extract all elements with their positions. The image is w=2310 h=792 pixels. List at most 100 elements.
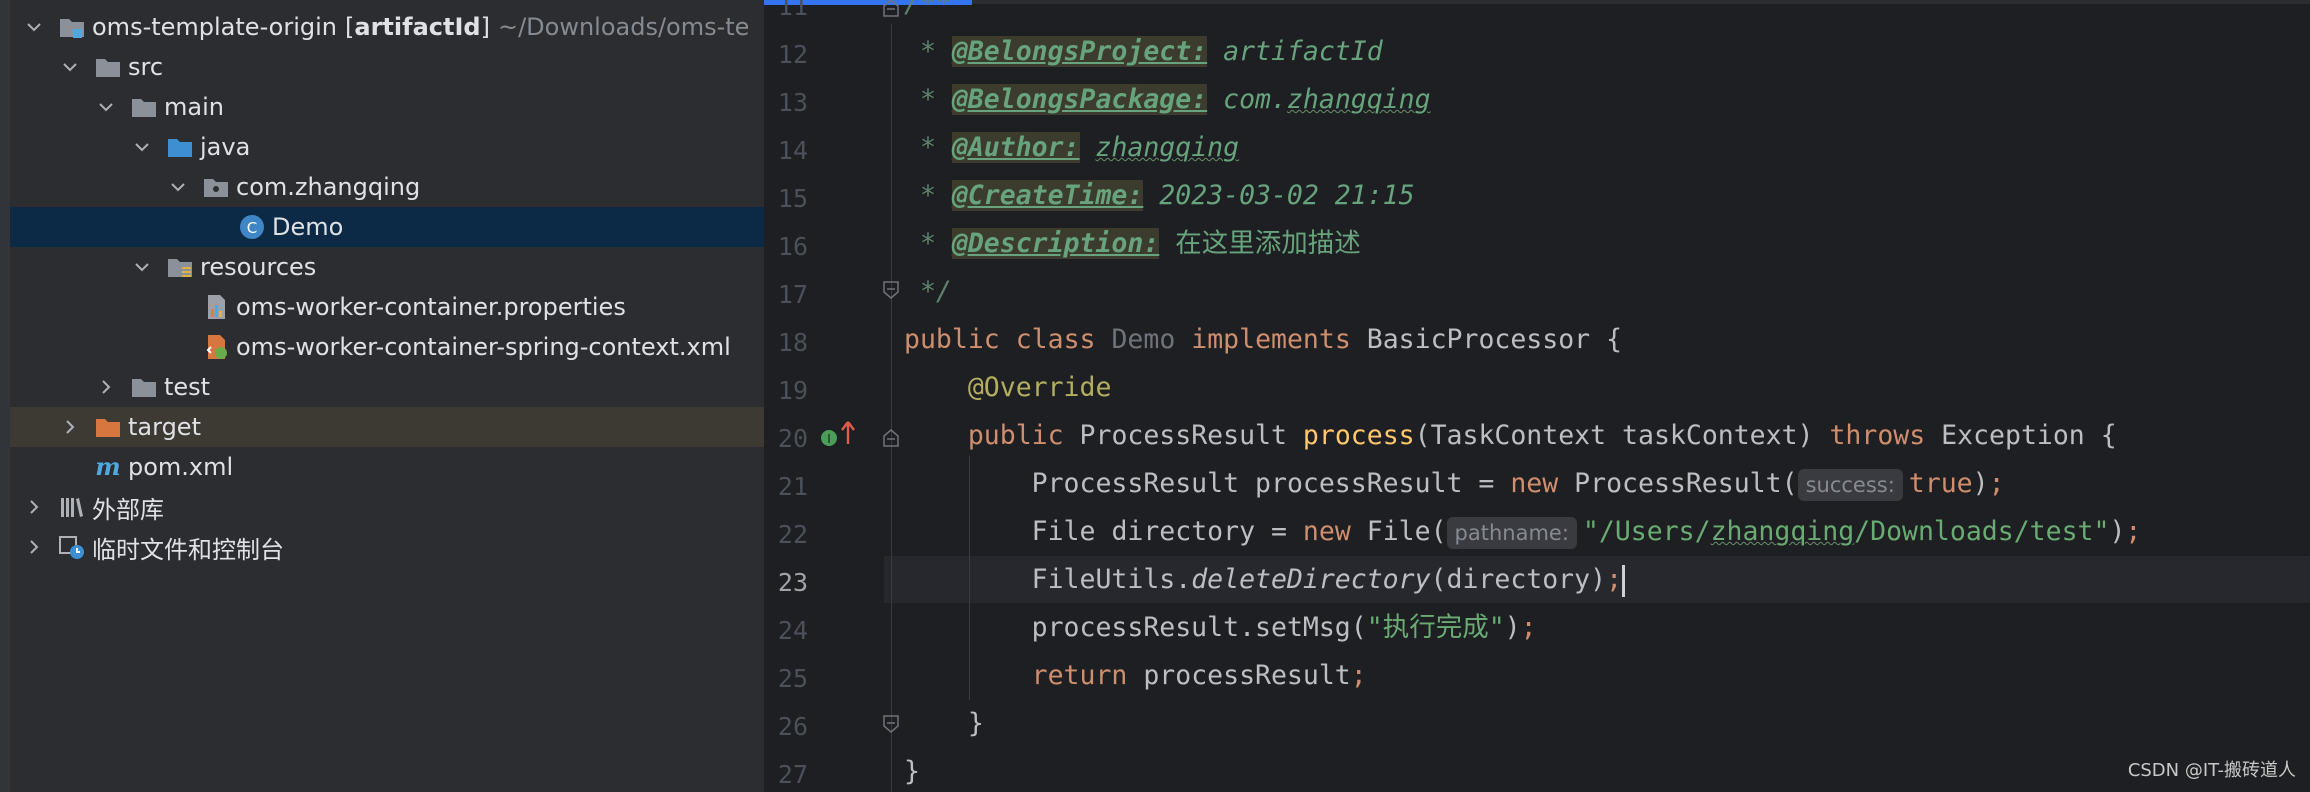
tree-item-label: oms-worker-container-spring-context.xml — [236, 333, 731, 361]
line-number: 21 — [777, 472, 808, 501]
chevron-down-icon[interactable] — [22, 15, 46, 39]
tree-item-external-libraries[interactable]: 外部库 — [10, 487, 764, 527]
line-number: 14 — [777, 136, 808, 165]
keyword: throws — [1829, 420, 1926, 451]
code-line-24[interactable]: processResult.setMsg("执行完成"); — [904, 608, 1537, 648]
code-line-14[interactable]: * @Author: zhangqing — [904, 128, 1239, 168]
tree-item-properties-file[interactable]: oms-worker-container.properties — [10, 287, 764, 327]
string-literal: "执行完成" — [1366, 612, 1505, 643]
line-number: 17 — [777, 280, 808, 309]
line-number-current: 23 — [777, 568, 808, 597]
fold-marker-icon[interactable] — [882, 714, 900, 734]
text-caret — [1622, 564, 1626, 597]
code-line-17[interactable]: */ — [904, 272, 952, 312]
type-name: ProcessResult — [1574, 468, 1782, 499]
tree-item-demo[interactable]: C Demo — [10, 207, 764, 247]
chevron-down-icon[interactable] — [58, 55, 82, 79]
folder-icon — [130, 373, 158, 401]
chevron-right-icon[interactable] — [22, 535, 46, 559]
code-line-22[interactable]: File directory = new File(pathname: "/Use… — [904, 512, 2141, 552]
type-name: ProcessResult — [1079, 420, 1287, 451]
code-line-16[interactable]: * @Description: 在这里添加描述 — [904, 224, 1361, 264]
string-literal-typo: zhangqing — [1710, 516, 1855, 547]
class-name: FileUtils — [1031, 564, 1176, 595]
code-line-18[interactable]: public class Demo implements BasicProces… — [904, 320, 1622, 360]
doc-tag: @BelongsProject: — [951, 36, 1208, 67]
variable-name: processResult — [1255, 468, 1463, 499]
keyword: public — [904, 324, 1000, 355]
override-method-icon[interactable]: I — [820, 424, 840, 450]
tree-item-pom[interactable]: m pom.xml — [10, 447, 764, 487]
code-line-19[interactable]: @Override — [904, 368, 1112, 408]
tree-item-project-root[interactable]: oms-template-origin [artifactId] ~/Downl… — [10, 7, 764, 47]
chevron-down-icon[interactable] — [130, 135, 154, 159]
method-declaration: process — [1302, 420, 1415, 451]
doc-tag-value: artifactId — [1223, 36, 1383, 67]
keyword: public — [967, 420, 1064, 451]
doc-tag: @CreateTime: — [951, 180, 1144, 211]
code-line-21[interactable]: ProcessResult processResult = new Proces… — [904, 464, 2005, 504]
doc-comment-start: /** — [904, 0, 952, 19]
chevron-right-icon[interactable] — [22, 495, 46, 519]
properties-file-icon — [202, 293, 230, 321]
code-line-12[interactable]: * @BelongsProject: artifactId — [904, 32, 1383, 72]
tree-item-src[interactable]: src — [10, 47, 764, 87]
editor-top-border — [764, 0, 2310, 4]
tree-item-target[interactable]: target — [10, 407, 764, 447]
keyword: return — [1031, 660, 1128, 691]
tree-item-test[interactable]: test — [10, 367, 764, 407]
fold-marker-icon[interactable] — [882, 0, 900, 18]
tree-item-label: test — [164, 373, 211, 401]
code-line-27[interactable]: } — [904, 752, 920, 792]
type-name: ProcessResult — [1031, 468, 1240, 499]
line-number: 25 — [777, 664, 808, 693]
variable-name: processResult — [1143, 660, 1351, 691]
tree-item-spring-xml-file[interactable]: oms-worker-container-spring-context.xml — [10, 327, 764, 367]
parameter-name: taskContext — [1622, 420, 1798, 451]
svg-text:I: I — [827, 432, 831, 446]
annotation: @Override — [967, 372, 1112, 403]
fold-marker-icon[interactable] — [882, 280, 900, 300]
tree-item-resources[interactable]: resources — [10, 247, 764, 287]
chevron-right-icon[interactable] — [58, 415, 82, 439]
folder-icon — [130, 93, 158, 121]
line-number: 18 — [777, 328, 808, 357]
line-number: 24 — [777, 616, 808, 645]
tree-item-label: pom.xml — [128, 453, 234, 481]
code-line-20[interactable]: public ProcessResult process(TaskContext… — [904, 416, 2117, 456]
tree-item-package[interactable]: com.zhangqing — [10, 167, 764, 207]
variable-name: directory — [1111, 516, 1256, 547]
line-number: 16 — [777, 232, 808, 261]
chevron-down-icon[interactable] — [166, 175, 190, 199]
java-class-icon: C — [238, 213, 266, 241]
code-line-15[interactable]: * @CreateTime: 2023-03-02 21:15 — [904, 176, 1415, 216]
code-line-26[interactable]: } — [904, 704, 984, 744]
tree-item-label: java — [200, 133, 251, 161]
code-line-13[interactable]: * @BelongsPackage: com.zhangqing — [904, 80, 1431, 120]
parameter-hint: pathname: — [1446, 517, 1577, 549]
project-tree[interactable]: oms-template-origin [artifactId] ~/Downl… — [0, 0, 764, 792]
fold-marker-icon[interactable] — [882, 428, 900, 448]
tree-item-label: 临时文件和控制台 — [92, 535, 284, 564]
code-line-23[interactable]: FileUtils.deleteDirectory(directory); — [904, 560, 1626, 600]
indent-guide — [891, 24, 892, 792]
doc-tag-value-typo: zhangqing — [1286, 84, 1431, 115]
tree-item-main[interactable]: main — [10, 87, 764, 127]
tree-item-label: oms-worker-container.properties — [236, 293, 626, 321]
type-name: File — [1366, 516, 1431, 547]
arrow-up-icon[interactable] — [838, 420, 858, 446]
chevron-down-icon[interactable] — [130, 255, 154, 279]
doc-tag: @Description: — [951, 228, 1160, 259]
type-name: TaskContext — [1430, 420, 1607, 451]
chevron-right-icon[interactable] — [94, 375, 118, 399]
code-line-11[interactable]: /** — [904, 0, 952, 24]
tree-item-scratches[interactable]: 临时文件和控制台 — [10, 527, 764, 567]
code-line-25[interactable]: return processResult; — [904, 656, 1367, 696]
module-path: ~/Downloads/oms-te — [497, 13, 750, 41]
chevron-down-icon[interactable] — [94, 95, 118, 119]
library-icon — [58, 493, 86, 521]
code-editor[interactable]: 11 12 13 14 15 16 17 18 19 20 21 22 23 2… — [764, 0, 2310, 792]
tree-item-java[interactable]: java — [10, 127, 764, 167]
keyword: new — [1510, 468, 1559, 499]
line-number: 27 — [777, 760, 808, 789]
